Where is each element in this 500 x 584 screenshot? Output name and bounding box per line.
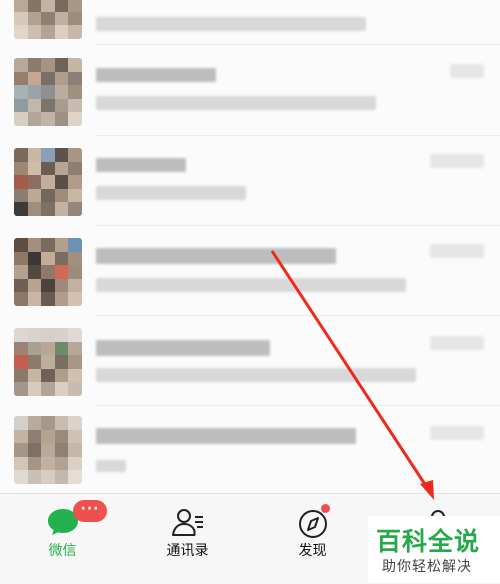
avatar: [14, 148, 82, 216]
avatar: [14, 0, 82, 39]
contact-name-blurred: [96, 68, 216, 82]
watermark-title: 百科全说: [376, 527, 481, 556]
avatar: [14, 58, 82, 126]
timestamp-blurred: [430, 244, 484, 258]
message-preview-blurred: [96, 96, 376, 110]
unread-badge: ···: [73, 500, 107, 522]
timestamp-blurred: [450, 64, 484, 78]
chat-list: [0, 0, 500, 493]
tab-label: 发现: [298, 543, 327, 559]
tab-chats[interactable]: ··· 微信: [0, 494, 125, 584]
tab-contacts[interactable]: 通讯录: [125, 494, 250, 584]
contact-name-blurred: [96, 340, 270, 356]
contact-name-blurred: [96, 248, 336, 264]
row-divider: [96, 44, 500, 45]
chat-row[interactable]: [0, 46, 500, 136]
chat-row[interactable]: [0, 406, 500, 493]
timestamp-blurred: [430, 426, 484, 440]
message-preview-blurred: [96, 17, 366, 31]
avatar: [14, 238, 82, 306]
watermark-subtitle: 助你轻松解决: [382, 559, 472, 575]
chat-row[interactable]: [0, 226, 500, 316]
notification-dot: [321, 504, 330, 513]
watermark: 百科全说 助你轻松解决: [368, 516, 500, 583]
tab-label: 微信: [48, 543, 77, 559]
tab-label: 通讯录: [166, 543, 209, 559]
avatar: [14, 328, 82, 396]
message-preview-blurred: [96, 368, 416, 382]
message-preview-blurred: [96, 460, 126, 472]
message-preview-blurred: [96, 186, 246, 200]
chat-row[interactable]: [0, 136, 500, 226]
tab-discover[interactable]: 发现: [250, 494, 375, 584]
avatar: [14, 416, 82, 484]
timestamp-blurred: [430, 336, 484, 350]
contact-name-blurred: [96, 158, 186, 172]
contacts-icon: [171, 508, 205, 538]
message-preview-blurred: [96, 278, 406, 292]
chat-row[interactable]: [0, 0, 500, 45]
timestamp-blurred: [430, 154, 484, 168]
chat-row[interactable]: [0, 316, 500, 406]
contact-name-blurred: [96, 428, 356, 444]
